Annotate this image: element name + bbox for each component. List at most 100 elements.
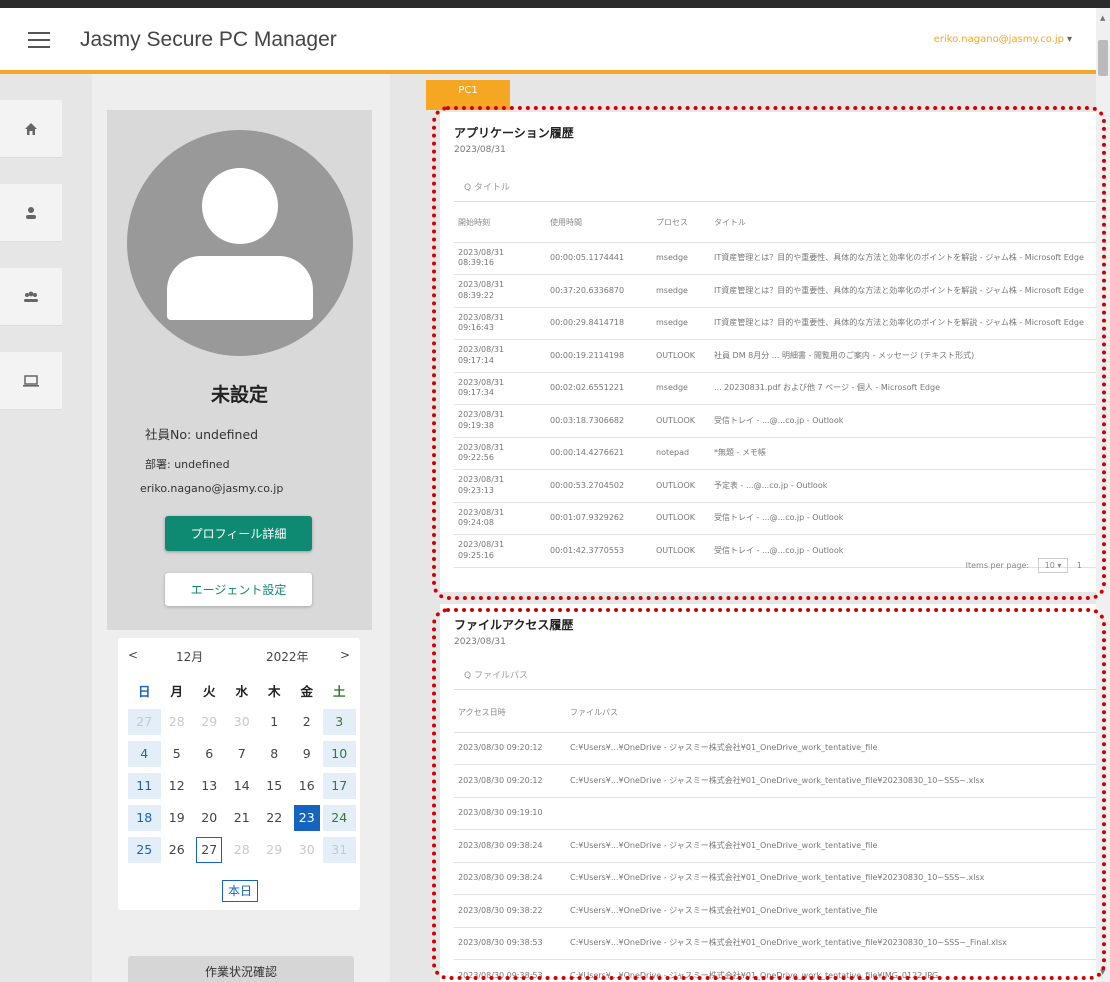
calendar-day-label: 24	[331, 810, 348, 825]
profile-detail-button[interactable]: プロフィール詳細	[165, 516, 312, 551]
calendar-day[interactable]: 27	[193, 837, 226, 863]
calendar-weekday: 木	[267, 683, 281, 699]
nav-group-button[interactable]	[0, 268, 62, 326]
calendar-weekday: 日	[137, 683, 151, 699]
chevron-down-icon: ▾	[1066, 34, 1072, 45]
work-status-button[interactable]: 作業状況確認	[128, 956, 354, 982]
calendar-day[interactable]: 1	[258, 709, 291, 735]
today-button[interactable]: 本日	[222, 880, 258, 902]
calendar-day[interactable]: 30	[291, 837, 324, 863]
calendar-day[interactable]: 29	[193, 709, 226, 735]
calendar-day-label: 29	[266, 842, 283, 857]
profile-column: 未設定 社員No: undefined 部署: undefined eriko.…	[92, 74, 390, 982]
calendar-day[interactable]: 17	[323, 773, 356, 799]
chevron-left-icon[interactable]: <	[128, 648, 138, 662]
calendar-day[interactable]: 30	[226, 709, 259, 735]
calendar-day[interactable]: 24	[323, 805, 356, 831]
profile-card: 未設定 社員No: undefined 部署: undefined eriko.…	[107, 110, 372, 630]
laptop-icon	[23, 374, 39, 387]
nav-person-button[interactable]	[0, 184, 62, 242]
calendar-day[interactable]: 11	[128, 773, 161, 799]
nav-device-button[interactable]	[0, 352, 62, 410]
calendar-day[interactable]: 28	[226, 837, 259, 863]
calendar-day[interactable]: 28	[161, 709, 194, 735]
employee-number: 社員No: undefined	[145, 427, 259, 442]
scrollbar-thumb[interactable]	[1098, 40, 1108, 76]
highlight-file-access	[432, 608, 1106, 980]
calendar-day[interactable]: 29	[258, 837, 291, 863]
calendar-day[interactable]: 7	[226, 741, 259, 767]
calendar-day[interactable]: 18	[128, 805, 161, 831]
calendar-day[interactable]: 19	[161, 805, 194, 831]
agent-settings-button[interactable]: エージェント設定	[165, 573, 312, 606]
calendar-weekday: 水	[235, 683, 248, 699]
calendar-day[interactable]: 23	[291, 805, 324, 831]
calendar-day-label: 9	[302, 746, 311, 761]
chevron-right-icon[interactable]: >	[340, 648, 350, 662]
calendar-day-label: 20	[201, 810, 218, 825]
calendar-day[interactable]: 31	[323, 837, 356, 863]
home-icon	[25, 122, 37, 135]
calendar-day[interactable]: 26	[161, 837, 194, 863]
calendar-day-label: 22	[266, 810, 283, 825]
calendar-day[interactable]: 9	[291, 741, 324, 767]
app-title: Jasmy Secure PC Manager	[80, 28, 337, 51]
calendar-day-label: 13	[201, 778, 218, 793]
calendar-day[interactable]: 8	[258, 741, 291, 767]
calendar-day[interactable]: 12	[161, 773, 194, 799]
calendar-day[interactable]: 13	[193, 773, 226, 799]
avatar	[127, 130, 353, 356]
calendar-day-label: 17	[331, 778, 348, 793]
calendar-day-label: 26	[168, 842, 185, 857]
calendar-day-label: 27	[196, 837, 223, 863]
user-menu[interactable]: eriko.nagano@jasmy.co.jp ▾	[934, 34, 1072, 45]
calendar-day[interactable]: 2	[291, 709, 324, 735]
calendar-day[interactable]: 4	[128, 741, 161, 767]
calendar-weekday: 金	[300, 683, 313, 699]
calendar-day-label: 31	[331, 842, 348, 857]
calendar: < 12月 2022年 > 日月火水木金土 27 28 29 30 1 2 3 4 5 6 7 8 9 10…	[118, 638, 360, 910]
scroll-up-icon[interactable]: ▲	[1100, 14, 1105, 22]
calendar-day-label: 27	[136, 714, 153, 729]
calendar-day[interactable]: 6	[193, 741, 226, 767]
calendar-day[interactable]: 14	[226, 773, 259, 799]
calendar-weekday: 土	[332, 683, 346, 699]
calendar-day[interactable]: 22	[258, 805, 291, 831]
department: 部署: undefined	[145, 458, 230, 471]
calendar-week-row: 4 5 6 7 8 9 10	[128, 738, 356, 770]
calendar-day-label: 15	[266, 778, 283, 793]
nav-home-button[interactable]	[0, 100, 62, 158]
profile-email: eriko.nagano@jasmy.co.jp	[140, 482, 284, 495]
calendar-day[interactable]: 10	[323, 741, 356, 767]
calendar-day-label: 25	[136, 842, 153, 857]
calendar-day-label: 30	[298, 842, 315, 857]
calendar-day-label: 1	[270, 714, 279, 729]
calendar-day-label: 19	[168, 810, 185, 825]
calendar-day-label: 28	[233, 842, 250, 857]
calendar-day-label: 2	[302, 714, 311, 729]
calendar-day[interactable]: 5	[161, 741, 194, 767]
calendar-day-label: 12	[168, 778, 185, 793]
hamburger-menu-icon[interactable]	[28, 32, 50, 50]
calendar-grid: 日月火水木金土 27 28 29 30 1 2 3 4 5 6 7 8 9 10 11 12 13 14 15 16 17…	[128, 674, 356, 866]
group-icon	[24, 291, 38, 302]
calendar-week-row: 25 26 27 28 29 30 31	[128, 834, 356, 866]
calendar-header: < 12月 2022年 >	[118, 642, 360, 670]
calendar-day[interactable]: 25	[128, 837, 161, 863]
calendar-day[interactable]: 21	[226, 805, 259, 831]
calendar-day-label: 30	[233, 714, 250, 729]
calendar-day-label: 23	[293, 805, 320, 831]
highlight-app-history	[432, 106, 1106, 600]
calendar-day-label: 28	[168, 714, 185, 729]
calendar-day[interactable]: 27	[128, 709, 161, 735]
calendar-weekday: 火	[202, 683, 216, 699]
calendar-day[interactable]: 20	[193, 805, 226, 831]
calendar-day-label: 6	[205, 746, 214, 761]
calendar-day[interactable]: 16	[291, 773, 324, 799]
calendar-day[interactable]: 3	[323, 709, 356, 735]
calendar-day-label: 3	[335, 714, 344, 729]
calendar-day-label: 14	[233, 778, 250, 793]
calendar-day[interactable]: 15	[258, 773, 291, 799]
calendar-day-label: 5	[172, 746, 181, 761]
calendar-day-label: 21	[233, 810, 250, 825]
